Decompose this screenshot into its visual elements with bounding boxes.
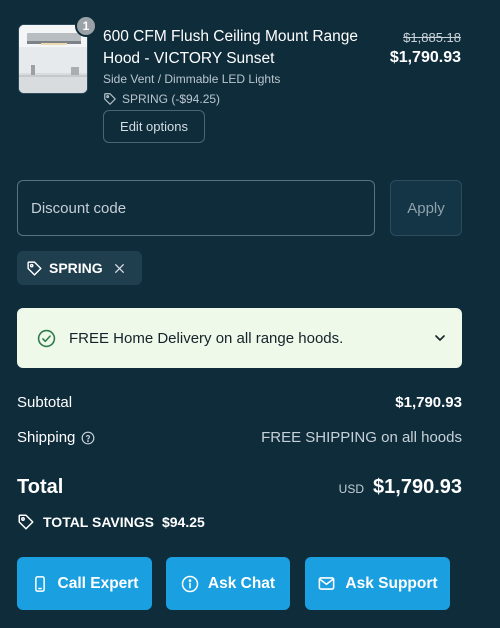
shipping-value: FREE SHIPPING on all hoods: [261, 429, 462, 446]
free-delivery-banner[interactable]: FREE Home Delivery on all range hoods.: [17, 308, 462, 368]
total-savings: TOTAL SAVINGS $94.25: [17, 513, 205, 531]
tag-icon: [103, 92, 117, 106]
call-expert-label: Call Expert: [57, 574, 139, 592]
product-thumbnail: 1: [18, 15, 97, 94]
apply-button[interactable]: Apply: [390, 180, 462, 236]
savings-label: TOTAL SAVINGS: [43, 514, 154, 530]
shipping-row: Shipping: [17, 429, 95, 446]
tag-icon: [17, 513, 35, 531]
shipping-label: Shipping: [17, 429, 76, 446]
quantity-badge: 1: [75, 15, 97, 37]
range-hood-image: [18, 24, 88, 94]
original-price: $1,885.18: [403, 30, 461, 45]
edit-options-button[interactable]: Edit options: [103, 110, 205, 143]
ask-chat-label: Ask Chat: [207, 574, 276, 592]
call-expert-button[interactable]: Call Expert: [17, 557, 152, 610]
line-discount-text: SPRING (-$94.25): [122, 92, 221, 106]
applied-code-label: SPRING: [49, 260, 103, 276]
subtotal-value: $1,790.93: [395, 394, 462, 411]
total-value: $1,790.93: [373, 476, 462, 498]
info-icon: [181, 575, 199, 593]
subtotal-label: Subtotal: [17, 394, 73, 411]
ask-support-label: Ask Support: [345, 574, 438, 592]
check-circle-icon: [37, 329, 56, 348]
remove-discount-close-icon[interactable]: [113, 262, 126, 275]
help-icon[interactable]: [81, 431, 95, 445]
chevron-down-icon[interactable]: [432, 330, 448, 346]
applied-discount-chip: SPRING: [17, 251, 142, 285]
discount-code-input[interactable]: [17, 180, 375, 236]
product-title: 600 CFM Flush Ceiling Mount Range Hood -…: [103, 28, 359, 67]
phone-icon: [31, 575, 49, 593]
ask-support-button[interactable]: Ask Support: [305, 557, 450, 610]
current-price: $1,790.93: [389, 49, 461, 66]
line-discount: SPRING (-$94.25): [103, 92, 220, 106]
product-variant: Side Vent / Dimmable LED Lights: [103, 72, 281, 86]
tag-icon: [26, 260, 43, 277]
savings-value: $94.25: [161, 514, 205, 530]
total-label: Total: [17, 476, 64, 498]
ask-chat-button[interactable]: Ask Chat: [166, 557, 290, 610]
mail-icon: [317, 574, 336, 593]
currency-code: USD: [338, 482, 365, 496]
banner-text: FREE Home Delivery on all range hoods.: [69, 329, 344, 347]
total-amount: USD $1,790.93: [339, 476, 462, 499]
